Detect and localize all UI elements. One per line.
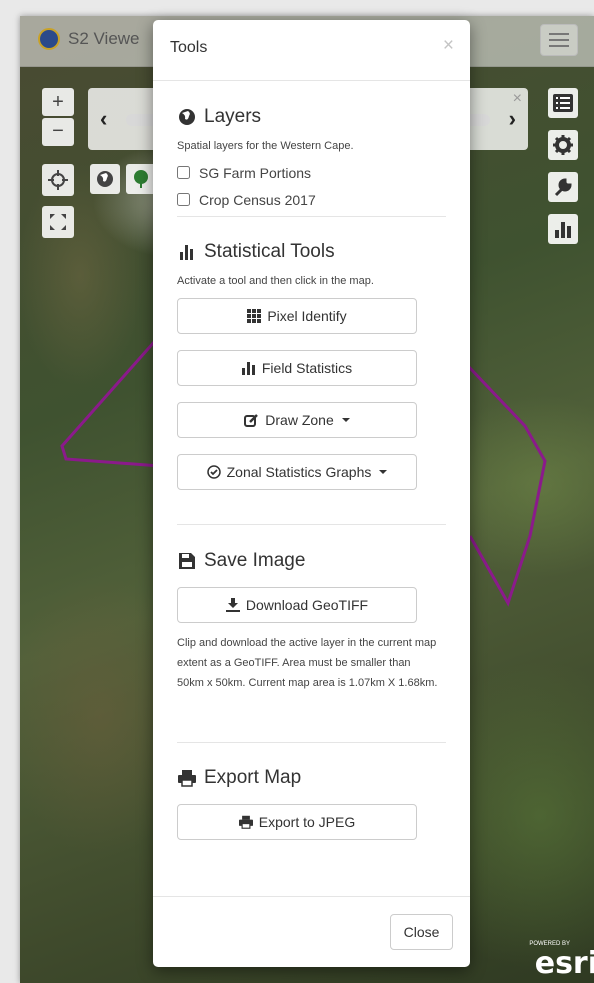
coat-of-arms-logo — [38, 28, 60, 50]
statistical-tools-heading: Statistical Tools — [177, 241, 446, 263]
globe-icon — [177, 107, 197, 127]
save-image-heading: Save Image — [177, 550, 446, 572]
layers-description: Spatial layers for the Western Cape. — [177, 140, 354, 152]
download-icon — [225, 598, 240, 612]
basemap-button[interactable] — [90, 164, 120, 194]
crop-census-2017-label: Crop Census 2017 — [199, 191, 316, 208]
draw-zone-dropdown[interactable]: Draw Zone — [177, 402, 417, 438]
pixel-identify-button[interactable]: Pixel Identify — [177, 298, 417, 334]
menu-toggle-button[interactable] — [540, 24, 578, 56]
brand[interactable]: S2 Viewe — [38, 28, 140, 50]
crosshair-icon — [48, 170, 68, 190]
export-map-heading-text: Export Map — [204, 767, 302, 788]
tree-icon — [134, 170, 148, 188]
statistical-tools-description: Activate a tool and then click in the ma… — [177, 275, 374, 287]
modal-footer: Close — [153, 896, 470, 967]
zonal-statistics-label: Zonal Statistics Graphs — [226, 464, 372, 480]
export-jpeg-label: Export to JPEG — [258, 814, 356, 830]
export-map-section: Export Map Export to JPEG — [177, 743, 446, 840]
zoom-out-label: − — [52, 120, 64, 142]
layers-heading-text: Layers — [204, 106, 262, 127]
list-icon — [553, 94, 573, 112]
layers-heading: Layers — [177, 106, 446, 128]
close-icon[interactable]: × — [443, 35, 454, 57]
tree-layer-button[interactable] — [126, 164, 156, 194]
tools-button[interactable] — [548, 172, 578, 202]
bar-chart-icon — [177, 242, 197, 262]
sg-farm-portions-checkbox[interactable] — [177, 166, 190, 179]
gear-icon — [553, 135, 573, 155]
bar-chart-icon — [555, 222, 571, 238]
grid-icon — [247, 309, 262, 323]
modal-title: Tools — [170, 39, 208, 56]
pixel-identify-label: Pixel Identify — [267, 308, 347, 324]
close-button[interactable]: Close — [390, 914, 453, 950]
bar-chart-icon — [241, 362, 255, 375]
print-icon — [177, 768, 197, 788]
print-icon — [238, 815, 253, 829]
zoom-in-button[interactable]: + — [42, 88, 74, 116]
slider-next-icon[interactable]: › — [509, 106, 516, 132]
check-circle-icon — [206, 465, 221, 479]
draw-zone-label: Draw Zone — [265, 412, 334, 428]
legend-button[interactable] — [548, 88, 578, 118]
statistical-tools-section: Statistical Tools Activate a tool and th… — [177, 217, 446, 525]
chevron-down-icon — [379, 470, 388, 474]
field-statistics-button[interactable]: Field Statistics — [177, 350, 417, 386]
zoom-in-label: + — [52, 91, 64, 113]
sg-farm-portions-label: SG Farm Portions — [199, 164, 312, 181]
save-icon — [177, 551, 197, 571]
edit-icon — [244, 413, 259, 427]
statistical-tools-heading-text: Statistical Tools — [204, 241, 335, 262]
wrench-icon — [554, 178, 572, 197]
zoom-out-button[interactable]: − — [42, 118, 74, 146]
layers-section: Layers Spatial layers for the Western Ca… — [177, 81, 446, 217]
save-image-heading-text: Save Image — [204, 550, 306, 571]
fullscreen-button[interactable] — [42, 206, 74, 238]
download-geotiff-label: Download GeoTIFF — [245, 597, 369, 613]
export-map-heading: Export Map — [177, 767, 446, 789]
crop-census-2017-checkbox[interactable] — [177, 193, 190, 206]
zonal-statistics-dropdown[interactable]: Zonal Statistics Graphs — [177, 454, 417, 490]
chevron-down-icon — [341, 418, 350, 422]
field-statistics-label: Field Statistics — [261, 360, 353, 376]
esri-logo: esri — [534, 946, 594, 981]
slider-prev-icon[interactable]: ‹ — [100, 106, 107, 132]
checkbox-sg-farm-portions[interactable]: SG Farm Portions — [177, 159, 446, 186]
slider-close-icon[interactable]: × — [513, 90, 522, 108]
save-image-description: Clip and download the active layer in th… — [177, 637, 438, 689]
expand-icon — [50, 214, 66, 230]
save-image-section: Save Image Download GeoTIFF Clip and dow… — [177, 525, 446, 743]
modal-header: Tools × — [153, 20, 470, 81]
export-jpeg-button[interactable]: Export to JPEG — [177, 804, 417, 840]
statistics-button[interactable] — [548, 214, 578, 244]
download-geotiff-button[interactable]: Download GeoTIFF — [177, 587, 417, 623]
locate-button[interactable] — [42, 164, 74, 196]
globe-icon — [97, 171, 113, 187]
modal-body: Layers Spatial layers for the Western Ca… — [153, 81, 470, 840]
settings-button[interactable] — [548, 130, 578, 160]
app-title: S2 Viewe — [68, 29, 140, 48]
tools-modal: Tools × Layers Spatial layers for the We… — [153, 20, 470, 967]
checkbox-crop-census-2017[interactable]: Crop Census 2017 — [177, 186, 446, 213]
